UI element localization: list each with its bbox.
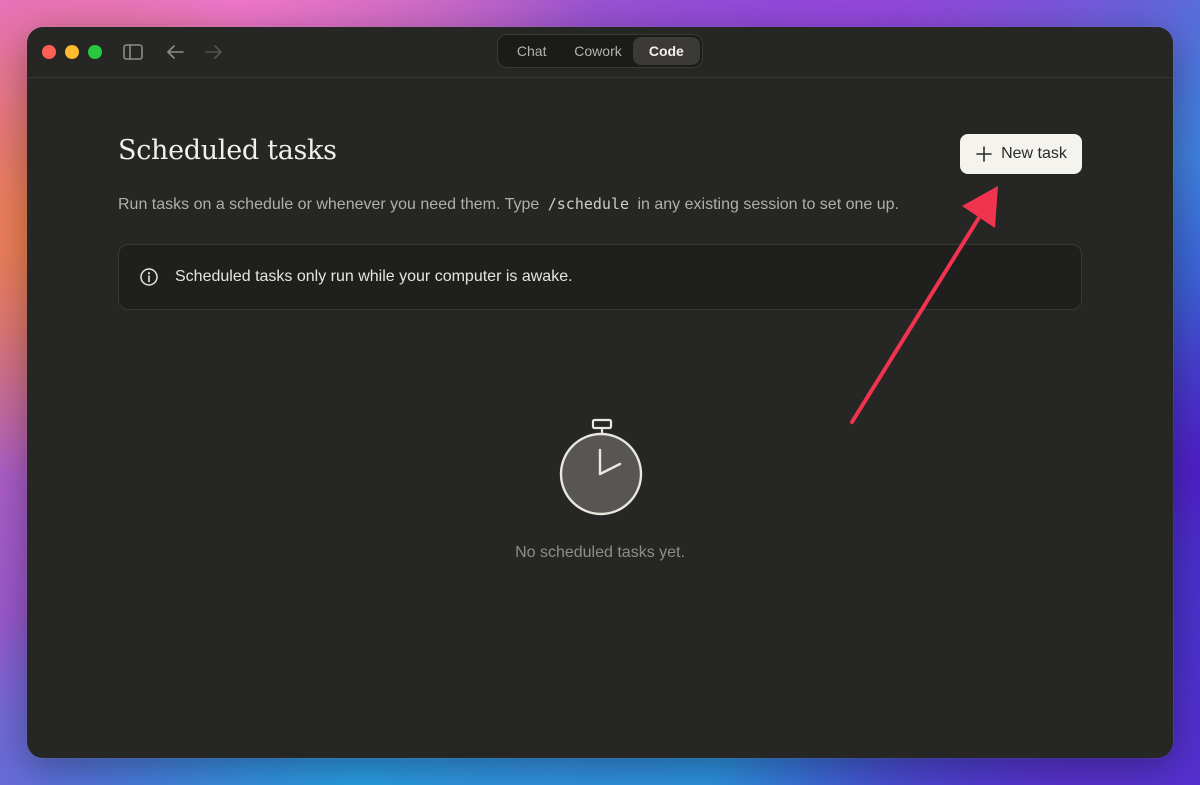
subtitle-text-after: in any existing session to set one up. [637,196,899,213]
schedule-command: /schedule [547,195,630,213]
page-subtitle: Run tasks on a schedule or whenever you … [118,195,899,214]
awake-notice: Scheduled tasks only run while your comp… [118,244,1082,310]
mode-switcher: Chat Cowork Code [497,34,703,68]
plus-icon [975,145,993,163]
empty-state-text: No scheduled tasks yet. [515,544,685,561]
new-task-label: New task [1001,145,1067,162]
sidebar-icon[interactable] [122,41,144,63]
stopwatch-icon [554,417,648,519]
zoom-window-button[interactable] [88,45,102,59]
arrow-left-icon[interactable] [164,41,186,63]
info-icon [139,267,159,287]
notice-text: Scheduled tasks only run while your comp… [175,268,573,285]
minimize-window-button[interactable] [65,45,79,59]
subtitle-text-before: Run tasks on a schedule or whenever you … [118,196,540,213]
app-window: Chat Cowork Code Scheduled tasks New tas… [27,27,1173,758]
new-task-button[interactable]: New task [960,134,1082,174]
titlebar: Chat Cowork Code [27,27,1173,78]
tab-cowork[interactable]: Cowork [563,37,632,65]
tab-chat[interactable]: Chat [500,37,563,65]
tab-code[interactable]: Code [632,37,700,65]
page-title: Scheduled tasks [118,135,337,166]
arrow-right-icon[interactable] [203,41,225,63]
close-window-button[interactable] [42,45,56,59]
